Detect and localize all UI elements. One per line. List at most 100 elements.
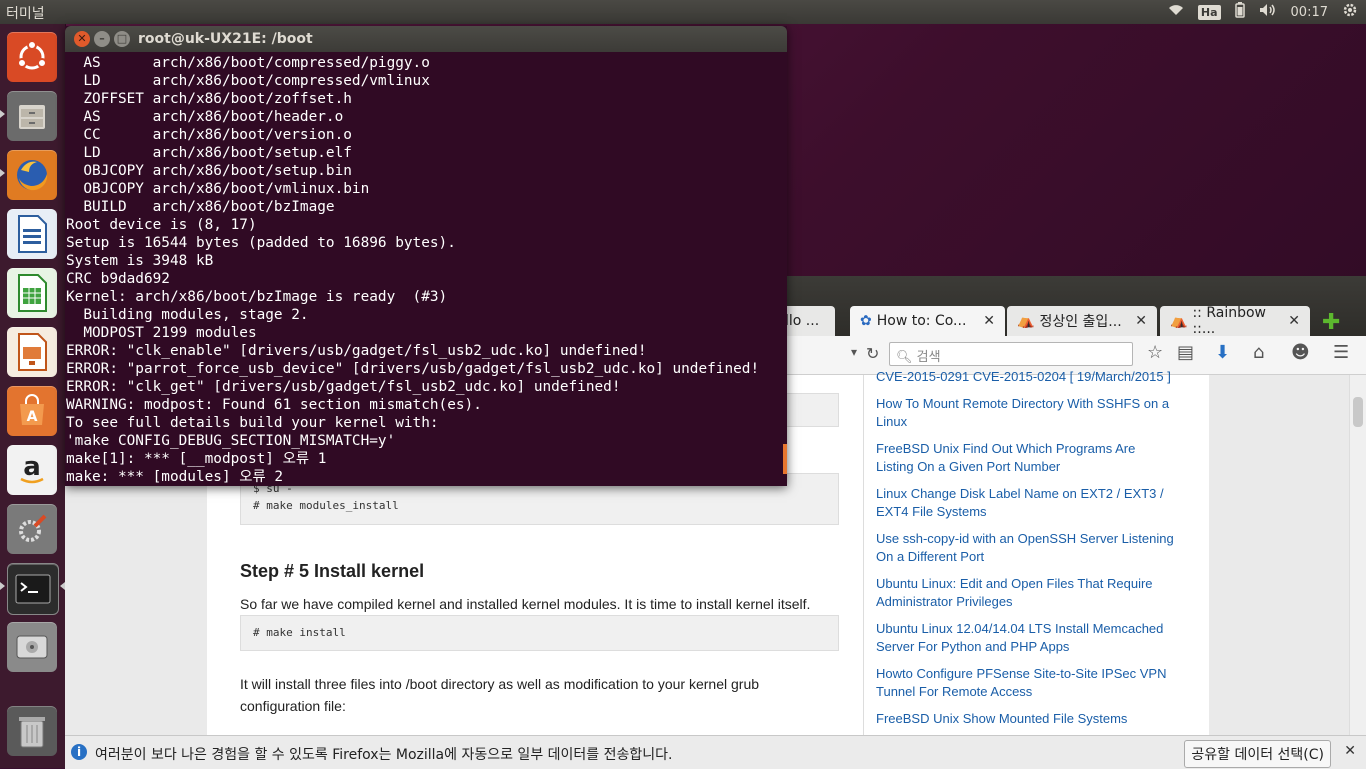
amazon-icon[interactable]: a <box>7 445 57 495</box>
running-indicator <box>0 582 5 590</box>
tab-3[interactable]: ⛺ 정상인 출입... ✕ <box>1007 306 1157 336</box>
scrollbar[interactable] <box>1349 375 1366 735</box>
terminal-line: WARNING: modpost: Found 61 section misma… <box>66 397 482 413</box>
home-icon[interactable]: ⌂ <box>1253 342 1264 363</box>
bookmark-star-icon[interactable]: ☆ <box>1147 342 1163 363</box>
terminal-line: Setup is 16544 bytes (padded to 16896 by… <box>66 235 456 251</box>
terminal-line: CRC b9dad692 <box>66 271 170 287</box>
related-link[interactable]: FreeBSD Unix Show Mounted File Systems <box>876 710 1186 728</box>
new-tab-button[interactable]: ✚ <box>1322 310 1340 335</box>
telemetry-notification-bar: i 여러분이 보다 나은 경험을 할 수 있도록 Firefox는 Mozill… <box>65 735 1366 769</box>
code-line: # make install <box>253 626 346 639</box>
system-settings-icon[interactable] <box>7 504 57 554</box>
terminal-line: Building modules, stage 2. <box>66 307 309 323</box>
terminal-line: make[1]: *** [__modpost] 오류 1 <box>66 451 327 467</box>
reading-list-icon[interactable]: ▤ <box>1177 342 1194 363</box>
tab-label: :: Rainbow ::... <box>1192 305 1266 337</box>
svg-text:A: A <box>27 409 38 425</box>
scrollbar-thumb[interactable] <box>1353 397 1363 427</box>
terminal-line: ERROR: "clk_enable" [drivers/usb/gadget/… <box>66 343 647 359</box>
terminal-line: OBJCOPY arch/x86/boot/setup.bin <box>66 163 352 179</box>
related-link[interactable]: FreeBSD Unix Find Out Which Programs Are… <box>876 440 1186 476</box>
close-icon[interactable]: ✕ <box>1344 743 1356 759</box>
download-icon[interactable]: ⬇ <box>1215 342 1230 363</box>
terminal-line: Kernel: arch/x86/boot/bzImage is ready (… <box>66 289 448 305</box>
ubuntu-dash-icon[interactable] <box>7 32 57 82</box>
search-input[interactable]: 🔍︎ 검색 <box>889 342 1133 366</box>
libreoffice-impress-icon[interactable] <box>7 327 57 377</box>
trash-icon[interactable] <box>7 706 57 756</box>
terminal-scrollbar[interactable] <box>783 444 787 474</box>
paragraph: It will install three files into /boot d… <box>240 673 759 717</box>
reload-icon[interactable]: ↻ <box>866 344 879 363</box>
software-center-icon[interactable]: A <box>7 386 57 436</box>
terminal-line: MODPOST 2199 modules <box>66 325 257 341</box>
code-block-install: # make install <box>240 615 839 651</box>
related-link[interactable]: How To Mount Remote Directory With SSHFS… <box>876 395 1186 431</box>
firefox-icon[interactable] <box>7 150 57 200</box>
terminal-line: make: *** [modules] 오류 2 <box>66 469 284 484</box>
tab-4[interactable]: ⛺ :: Rainbow ::... ✕ <box>1160 305 1310 337</box>
libreoffice-calc-icon[interactable] <box>7 268 57 318</box>
related-link[interactable]: Linux Change Disk Label Name on EXT2 / E… <box>876 485 1186 521</box>
related-posts-sidebar: CVE-2015-0291 CVE-2015-0204 [ 19/March/2… <box>863 369 1209 735</box>
notification-text: 여러분이 보다 나은 경험을 할 수 있도록 Firefox는 Mozilla에… <box>95 747 673 763</box>
chat-icon[interactable]: ☻ <box>1291 342 1310 363</box>
terminal-output[interactable]: AS arch/x86/boot/compressed/piggy.o LD a… <box>66 54 786 484</box>
paragraph: So far we have compiled kernel and insta… <box>240 596 811 612</box>
gear-icon[interactable] <box>1342 2 1358 22</box>
terminal-line: ERROR: "clk_get" [drivers/usb/gadget/fsl… <box>66 379 621 395</box>
related-link[interactable]: Howto Configure PFSense Site-to-Site IPS… <box>876 665 1186 701</box>
terminal-window[interactable]: ✕ – □ root@uk-UX21E: /boot AS arch/x86/b… <box>65 26 787 486</box>
tab-favicon: ⛺ <box>1017 313 1035 329</box>
terminal-line: To see full details build your kernel wi… <box>66 415 439 431</box>
wifi-icon[interactable] <box>1168 4 1184 20</box>
terminal-line: ZOFFSET arch/x86/boot/zoffset.h <box>66 91 352 107</box>
terminal-line: ERROR: "parrot_force_usb_device" [driver… <box>66 361 760 377</box>
choose-data-button[interactable]: 공유할 데이터 선택(C) <box>1184 740 1331 768</box>
search-icon: 🔍︎ <box>896 350 913 365</box>
terminal-line: LD arch/x86/boot/setup.elf <box>66 145 352 161</box>
section-heading: Step # 5 Install kernel <box>240 561 425 581</box>
terminal-line: OBJCOPY arch/x86/boot/vmlinux.bin <box>66 181 370 197</box>
related-link[interactable]: Ubuntu Linux: Edit and Open Files That R… <box>876 575 1186 611</box>
close-tab-icon[interactable]: ✕ <box>983 313 995 329</box>
tab-favicon: ✿ <box>860 313 872 329</box>
close-tab-icon[interactable]: ✕ <box>1135 313 1147 329</box>
svg-text:a: a <box>23 453 41 482</box>
indicator-area: Ha 00:17 <box>1168 0 1358 24</box>
close-window-icon[interactable]: ✕ <box>74 31 90 47</box>
maximize-window-icon[interactable]: □ <box>114 31 130 47</box>
terminal-title: root@uk-UX21E: /boot <box>138 31 313 47</box>
minimize-window-icon[interactable]: – <box>94 31 110 47</box>
terminal-titlebar[interactable]: ✕ – □ root@uk-UX21E: /boot <box>65 26 787 52</box>
search-placeholder: 검색 <box>916 350 941 365</box>
related-link[interactable]: CVE-2015-0291 CVE-2015-0204 [ 19/March/2… <box>876 368 1186 386</box>
running-indicator <box>0 110 5 118</box>
terminal-line: 'make CONFIG_DEBUG_SECTION_MISMATCH=y' <box>66 433 396 449</box>
libreoffice-writer-icon[interactable] <box>7 209 57 259</box>
tab-2[interactable]: ✿ How to: Co... ✕ <box>850 306 1005 336</box>
dropdown-icon[interactable]: ▾ <box>851 345 857 359</box>
related-link[interactable]: Ubuntu Linux 12.04/14.04 LTS Install Mem… <box>876 620 1186 656</box>
keyboard-icon[interactable]: Ha <box>1197 4 1221 20</box>
battery-icon[interactable] <box>1234 2 1245 22</box>
related-link[interactable]: Use ssh-copy-id with an OpenSSH Server L… <box>876 530 1186 566</box>
launcher: A a <box>0 24 66 768</box>
code-line: # make modules_install <box>253 499 399 512</box>
terminal-icon[interactable] <box>7 563 59 615</box>
files-icon[interactable] <box>7 91 57 141</box>
app-title: 터미널 <box>6 6 45 22</box>
disk-icon[interactable] <box>7 622 57 672</box>
terminal-line: LD arch/x86/boot/compressed/vmlinux <box>66 73 430 89</box>
terminal-line: CC arch/x86/boot/version.o <box>66 127 352 143</box>
volume-icon[interactable] <box>1259 3 1277 21</box>
menu-icon[interactable]: ☰ <box>1333 342 1349 363</box>
terminal-line: AS arch/x86/boot/compressed/piggy.o <box>66 55 430 71</box>
terminal-line: Root device is (8, 17) <box>66 217 257 233</box>
info-icon: i <box>71 744 87 760</box>
paragraph-line: It will install three files into /boot d… <box>240 676 760 692</box>
close-tab-icon[interactable]: ✕ <box>1288 313 1300 329</box>
paragraph-line: configuration file: <box>240 698 346 714</box>
clock[interactable]: 00:17 <box>1291 5 1328 20</box>
